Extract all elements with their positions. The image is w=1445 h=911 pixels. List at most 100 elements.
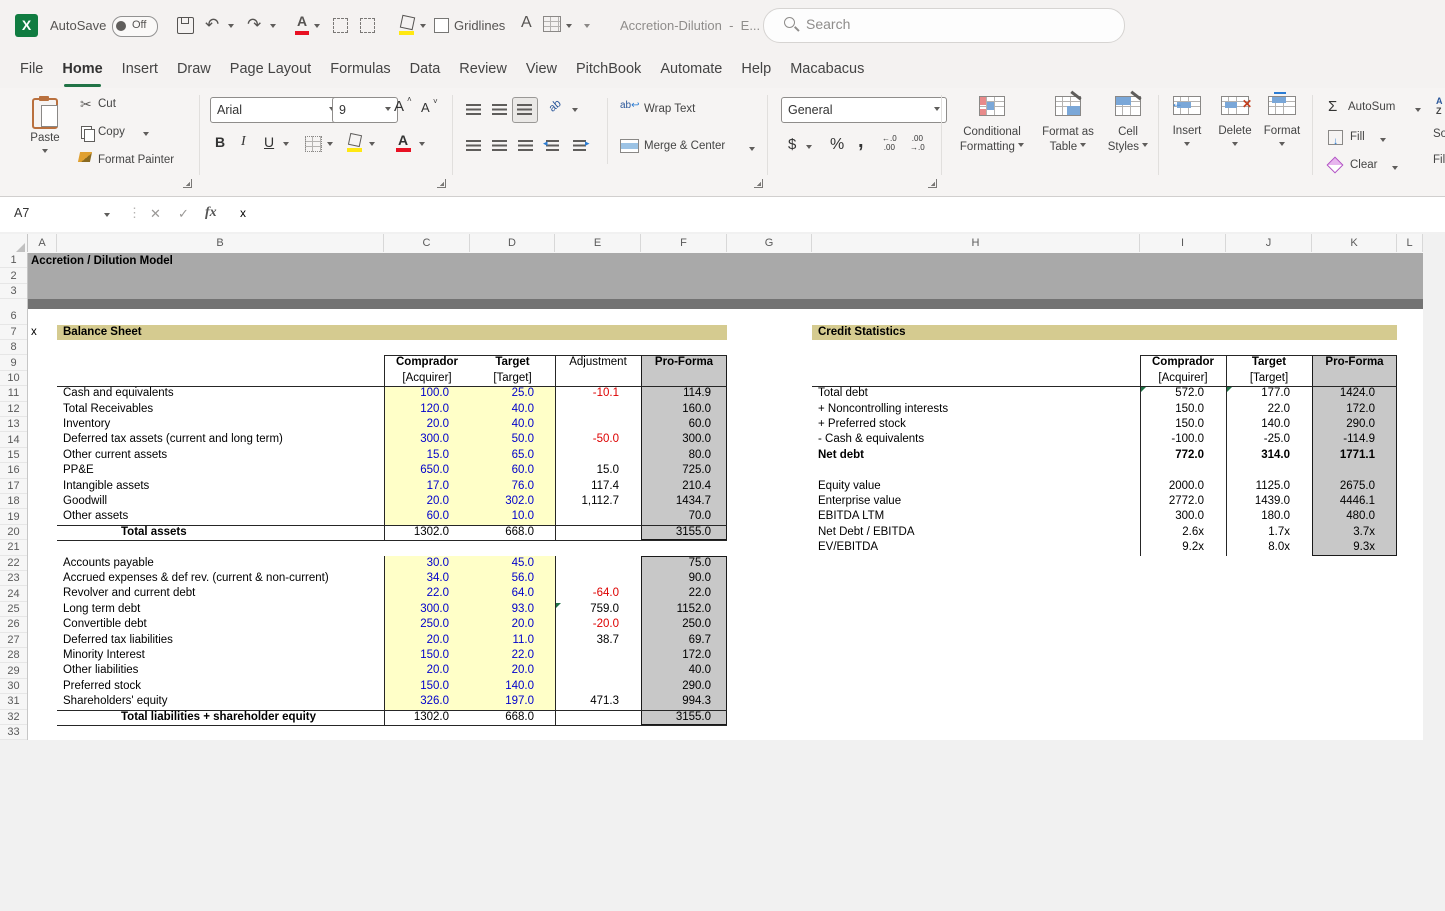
qat-grid-dropdown-icon[interactable] <box>566 24 572 31</box>
bs-row-18-proforma[interactable]: 1434.7 <box>641 494 711 509</box>
bs-row-11-adjustment[interactable]: -10.1 <box>555 386 619 401</box>
bs-header-col3[interactable]: Adjustment <box>555 355 641 370</box>
number-format-combo[interactable]: General <box>781 97 947 123</box>
column-header-D[interactable]: D <box>470 234 555 252</box>
frame-icon-1[interactable] <box>333 18 348 33</box>
format-painter-label[interactable]: Format Painter <box>98 154 174 166</box>
format-as-table-button[interactable]: Format as Table <box>1036 96 1100 155</box>
bs-row-14-label[interactable]: Deferred tax assets (current and long te… <box>57 432 384 447</box>
bs-row-30-target[interactable]: 140.0 <box>470 679 534 694</box>
tab-view[interactable]: View <box>526 52 557 88</box>
bs-row-25-label[interactable]: Long term debt <box>57 602 384 617</box>
row-header-14[interactable]: 14 <box>0 432 27 447</box>
bs-row-18-acquirer[interactable]: 20.0 <box>384 494 449 509</box>
cut-label[interactable]: Cut <box>98 98 116 110</box>
tab-home[interactable]: Home <box>62 52 102 88</box>
bs-row-11-acquirer[interactable]: 100.0 <box>384 386 449 401</box>
bs-row-17-proforma[interactable]: 210.4 <box>641 479 711 494</box>
increase-decimal-icon[interactable]: ←.0.00 <box>882 134 897 152</box>
paste-options-grid-icon[interactable] <box>543 16 561 32</box>
bs-row-16-target[interactable]: 60.0 <box>470 463 534 478</box>
sort-filter-label-partial[interactable]: So <box>1433 128 1445 140</box>
cs-row-19-acquirer[interactable]: 300.0 <box>1140 509 1204 524</box>
bs-row-23-target[interactable]: 56.0 <box>470 571 534 586</box>
bs-row-26-proforma[interactable]: 250.0 <box>641 617 711 632</box>
bs-row-14-acquirer[interactable]: 300.0 <box>384 432 449 447</box>
find-select-label-partial[interactable]: Fil <box>1433 154 1445 166</box>
bs-row-29-label[interactable]: Other liabilities <box>57 663 384 678</box>
row-header-8[interactable]: 8 <box>0 340 27 355</box>
bs-row-32-acquirer[interactable]: 1302.0 <box>384 710 449 725</box>
merge-center-label[interactable]: Merge & Center <box>644 140 725 152</box>
bs-row-32-target[interactable]: 668.0 <box>470 710 534 725</box>
row-header-20[interactable]: 20 <box>0 525 27 540</box>
cs-row-19-proforma[interactable]: 480.0 <box>1312 509 1375 524</box>
paste-button[interactable]: Paste <box>22 94 68 161</box>
number-launcher-icon[interactable] <box>928 179 937 188</box>
fill-dropdown-icon[interactable] <box>1380 138 1386 145</box>
bs-header-col2b[interactable]: [Target] <box>470 371 555 386</box>
bs-row-26-acquirer[interactable]: 250.0 <box>384 617 449 632</box>
borders-dropdown-icon[interactable] <box>327 142 333 149</box>
bs-row-30-proforma[interactable]: 290.0 <box>641 679 711 694</box>
bs-row-24-label[interactable]: Revolver and current debt <box>57 586 384 601</box>
cs-row-13-label[interactable]: + Preferred stock <box>812 417 1140 432</box>
tab-automate[interactable]: Automate <box>660 52 722 88</box>
bs-row-13-label[interactable]: Inventory <box>57 417 384 432</box>
font-color-icon[interactable]: A <box>398 132 408 148</box>
orientation-dropdown-icon[interactable] <box>572 108 578 115</box>
bs-row-17-target[interactable]: 76.0 <box>470 479 534 494</box>
cell-styles-button[interactable]: Cell Styles <box>1100 96 1156 155</box>
bs-header-col1b[interactable]: [Acquirer] <box>384 371 470 386</box>
cs-row-21-label[interactable]: EV/EBITDA <box>812 540 1140 555</box>
cs-row-14-proforma[interactable]: -114.9 <box>1312 432 1375 447</box>
align-bottom-selected[interactable] <box>512 97 538 123</box>
cs-row-19-target[interactable]: 180.0 <box>1226 509 1290 524</box>
cs-row-21-acquirer[interactable]: 9.2x <box>1140 540 1204 555</box>
bs-row-31-label[interactable]: Shareholders' equity <box>57 694 384 709</box>
bs-row-24-target[interactable]: 64.0 <box>470 586 534 601</box>
accounting-dropdown-icon[interactable] <box>806 145 812 152</box>
row-header-18[interactable]: 18 <box>0 494 27 509</box>
orientation-icon[interactable]: ab <box>547 97 564 114</box>
bs-row-23-label[interactable]: Accrued expenses & def rev. (current & n… <box>57 571 384 586</box>
tab-pitchbook[interactable]: PitchBook <box>576 52 641 88</box>
row-header-24[interactable]: 24 <box>0 586 27 601</box>
bs-row-22-proforma[interactable]: 75.0 <box>641 556 711 571</box>
bs-row-25-target[interactable]: 93.0 <box>470 602 534 617</box>
copy-dropdown-icon[interactable] <box>143 132 149 139</box>
fill-color-dropdown-icon[interactable] <box>369 142 375 149</box>
cs-row-18-target[interactable]: 1439.0 <box>1226 494 1290 509</box>
alignment-launcher-icon[interactable] <box>754 179 763 188</box>
clear-label[interactable]: Clear <box>1350 159 1377 171</box>
bs-row-17-acquirer[interactable]: 17.0 <box>384 479 449 494</box>
cut-icon[interactable]: ✂ <box>80 96 92 113</box>
gridlines-checkbox[interactable] <box>434 18 449 33</box>
font-name-combo[interactable]: Arial <box>210 97 342 123</box>
tab-draw[interactable]: Draw <box>177 52 211 88</box>
bs-row-16-label[interactable]: PP&E <box>57 463 384 478</box>
shrink-font-icon[interactable]: A <box>421 100 430 115</box>
bs-row-20-target[interactable]: 668.0 <box>470 525 534 540</box>
name-box[interactable]: A7 <box>14 206 29 220</box>
bs-row-17-label[interactable]: Intangible assets <box>57 479 384 494</box>
redo-dropdown-icon[interactable] <box>270 24 276 31</box>
bs-row-19-proforma[interactable]: 70.0 <box>641 509 711 524</box>
tab-insert[interactable]: Insert <box>122 52 158 88</box>
autosave-toggle[interactable]: Off <box>112 16 158 37</box>
bs-row-25-proforma[interactable]: 1152.0 <box>641 602 711 617</box>
bold-icon[interactable]: B <box>215 134 225 150</box>
search-box[interactable]: Search <box>763 8 1125 43</box>
italic-icon[interactable]: I <box>241 134 246 150</box>
tab-file[interactable]: File <box>20 52 43 88</box>
bs-row-12-target[interactable]: 40.0 <box>470 402 534 417</box>
cs-row-18-acquirer[interactable]: 2772.0 <box>1140 494 1204 509</box>
bs-header-col2a[interactable]: Target <box>470 355 555 370</box>
row-header-16[interactable]: 16 <box>0 463 27 478</box>
bs-row-30-label[interactable]: Preferred stock <box>57 679 384 694</box>
bs-row-20-proforma[interactable]: 3155.0 <box>641 525 711 540</box>
bs-row-24-proforma[interactable]: 22.0 <box>641 586 711 601</box>
row-header-27[interactable]: 27 <box>0 633 27 648</box>
bs-row-17-adjustment[interactable]: 117.4 <box>555 479 619 494</box>
qat-fill-color-icon[interactable] <box>400 15 415 30</box>
